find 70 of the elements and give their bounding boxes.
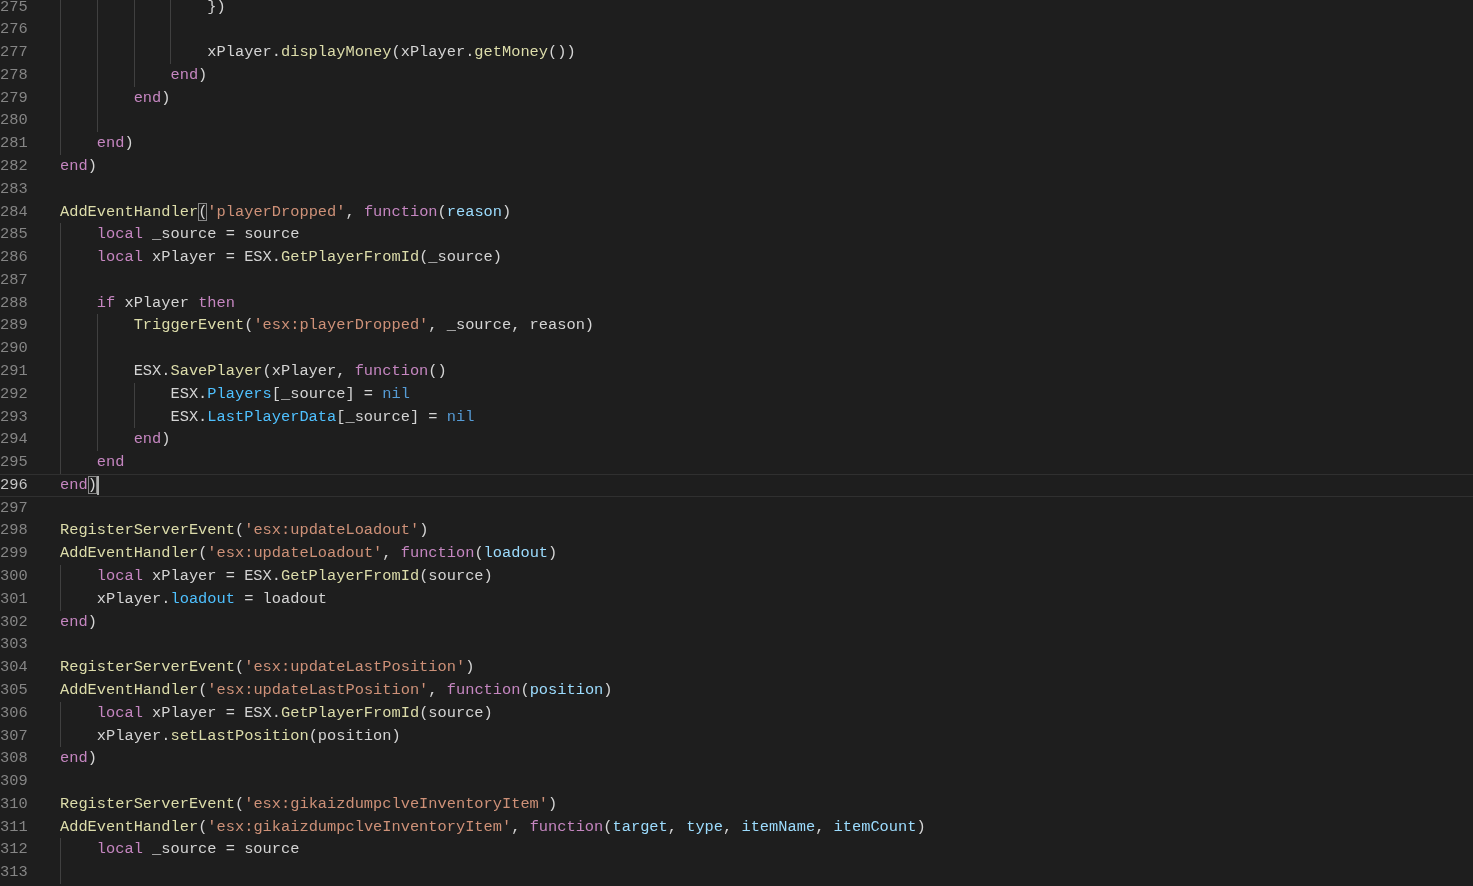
code-line: AddEventHandler('esx:updateLoadout', function(loadout) [60, 543, 558, 565]
line-number: 302 [0, 611, 29, 633]
code-line: xPlayer.loadout = loadout [96, 588, 328, 610]
line-number: 309 [0, 771, 29, 792]
code-line: ESX.LastPlayerData[_source] = nil [170, 406, 475, 428]
line-number: 296 [0, 474, 29, 496]
line-number: 284 [0, 201, 29, 223]
line-number: 290 [0, 338, 29, 359]
line-number: 278 [0, 64, 29, 86]
code-line: }) [207, 0, 226, 18]
line-number: 301 [0, 588, 29, 610]
line-number: 300 [0, 566, 29, 587]
code-line: ESX.SavePlayer(xPlayer, function() [133, 361, 447, 382]
code-line: end) [60, 474, 97, 496]
line-number: 312 [0, 839, 29, 861]
code-line: if xPlayer then [96, 292, 235, 314]
code-line: TriggerEvent('esx:playerDropped', _source, reason) [133, 315, 595, 337]
code-line: end) [96, 133, 134, 154]
code-line: xPlayer.setLastPosition(position) [96, 725, 401, 747]
line-number: 285 [0, 224, 29, 246]
line-number: 287 [0, 269, 29, 291]
line-number: 286 [0, 247, 29, 268]
line-number: 294 [0, 429, 29, 451]
code-line: local xPlayer = ESX.GetPlayerFromId(source) [96, 566, 493, 587]
code-line: end) [170, 64, 208, 86]
code-line: end) [133, 87, 171, 109]
code-line: RegisterServerEvent('esx:updateLastPosition') [60, 657, 475, 678]
code-line: end) [133, 429, 171, 451]
code-line: end) [60, 748, 97, 770]
line-number: 292 [0, 383, 29, 405]
line-number: 288 [0, 292, 29, 314]
line-number: 282 [0, 155, 29, 177]
code-line: ESX.Players[_source] = nil [170, 383, 410, 405]
line-number: 310 [0, 793, 29, 815]
line-number: 299 [0, 543, 29, 565]
code-line: AddEventHandler('playerDropped', function(reason) [60, 201, 512, 223]
code-line: RegisterServerEvent('esx:gikaizdumpclveInventoryItem') [60, 793, 558, 815]
code-line: end) [60, 611, 97, 633]
line-number: 307 [0, 725, 29, 747]
line-number: 298 [0, 520, 29, 542]
line-number: 295 [0, 452, 29, 473]
line-number: 313 [0, 862, 29, 883]
code-line: end [96, 452, 125, 473]
line-number: 303 [0, 634, 29, 656]
code-line: local _source = source [96, 839, 300, 861]
line-number: 297 [0, 497, 29, 519]
line-number: 305 [0, 679, 29, 701]
code-line: local xPlayer = ESX.GetPlayerFromId(source) [96, 702, 493, 724]
line-number: 304 [0, 657, 29, 678]
line-number: 279 [0, 87, 29, 109]
code-line: local _source = source [96, 224, 300, 246]
line-number: 275 [0, 0, 29, 18]
line-number: 306 [0, 702, 29, 724]
line-number: 291 [0, 361, 29, 382]
code-line: AddEventHandler('esx:gikaizdumpclveInventoryItem', function(target, type, itemName, itemCount) [60, 816, 926, 838]
line-number: 280 [0, 110, 29, 132]
line-number: 311 [0, 816, 29, 838]
line-number: 276 [0, 19, 29, 41]
line-number: 277 [0, 42, 29, 63]
line-number: 289 [0, 315, 29, 337]
line-number: 293 [0, 406, 29, 428]
code-line: local xPlayer = ESX.GetPlayerFromId(_source) [96, 247, 502, 268]
code-line: end) [60, 155, 97, 177]
code-line: AddEventHandler('esx:updateLastPosition', function(position) [60, 679, 613, 701]
line-number: 281 [0, 133, 29, 154]
line-number: 283 [0, 178, 29, 200]
code-line: xPlayer.displayMoney(xPlayer.getMoney()) [207, 42, 576, 63]
line-number: 308 [0, 748, 29, 770]
code-line: RegisterServerEvent('esx:updateLoadout') [60, 520, 429, 542]
text-cursor [96, 475, 99, 495]
